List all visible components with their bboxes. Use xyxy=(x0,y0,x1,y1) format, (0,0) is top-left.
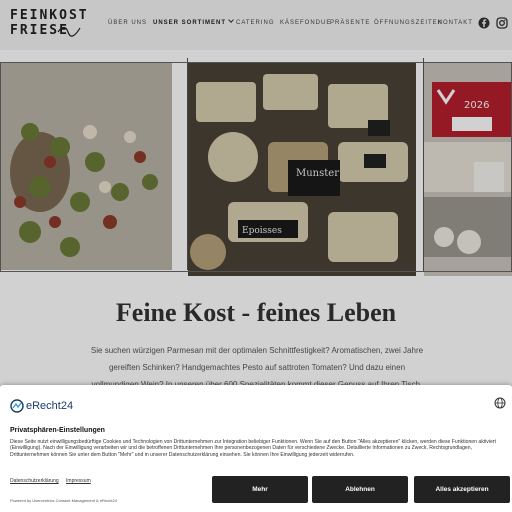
accept-all-button[interactable]: Alles akzeptieren xyxy=(414,476,510,503)
imprint-link[interactable]: Impressum xyxy=(66,478,91,484)
globe-icon[interactable] xyxy=(494,397,506,409)
brand-name: eRecht24 xyxy=(26,400,74,412)
erecht24-brand: eRecht24 xyxy=(10,399,73,413)
powered-by-text: Powered by Usercentrics Consent Manageme… xyxy=(10,498,117,503)
erecht24-logo-icon xyxy=(10,399,24,413)
reject-button[interactable]: Ablehnen xyxy=(312,476,408,503)
privacy-policy-link[interactable]: Datenschutzerklärung xyxy=(10,478,59,484)
more-button[interactable]: Mehr xyxy=(212,476,308,503)
consent-title: Privatsphären-Einstellungen xyxy=(10,427,105,434)
consent-body: Diese Seite nutzt einwilligungsbedürftig… xyxy=(10,439,496,458)
consent-links: Datenschutzerklärung Impressum xyxy=(10,478,97,484)
